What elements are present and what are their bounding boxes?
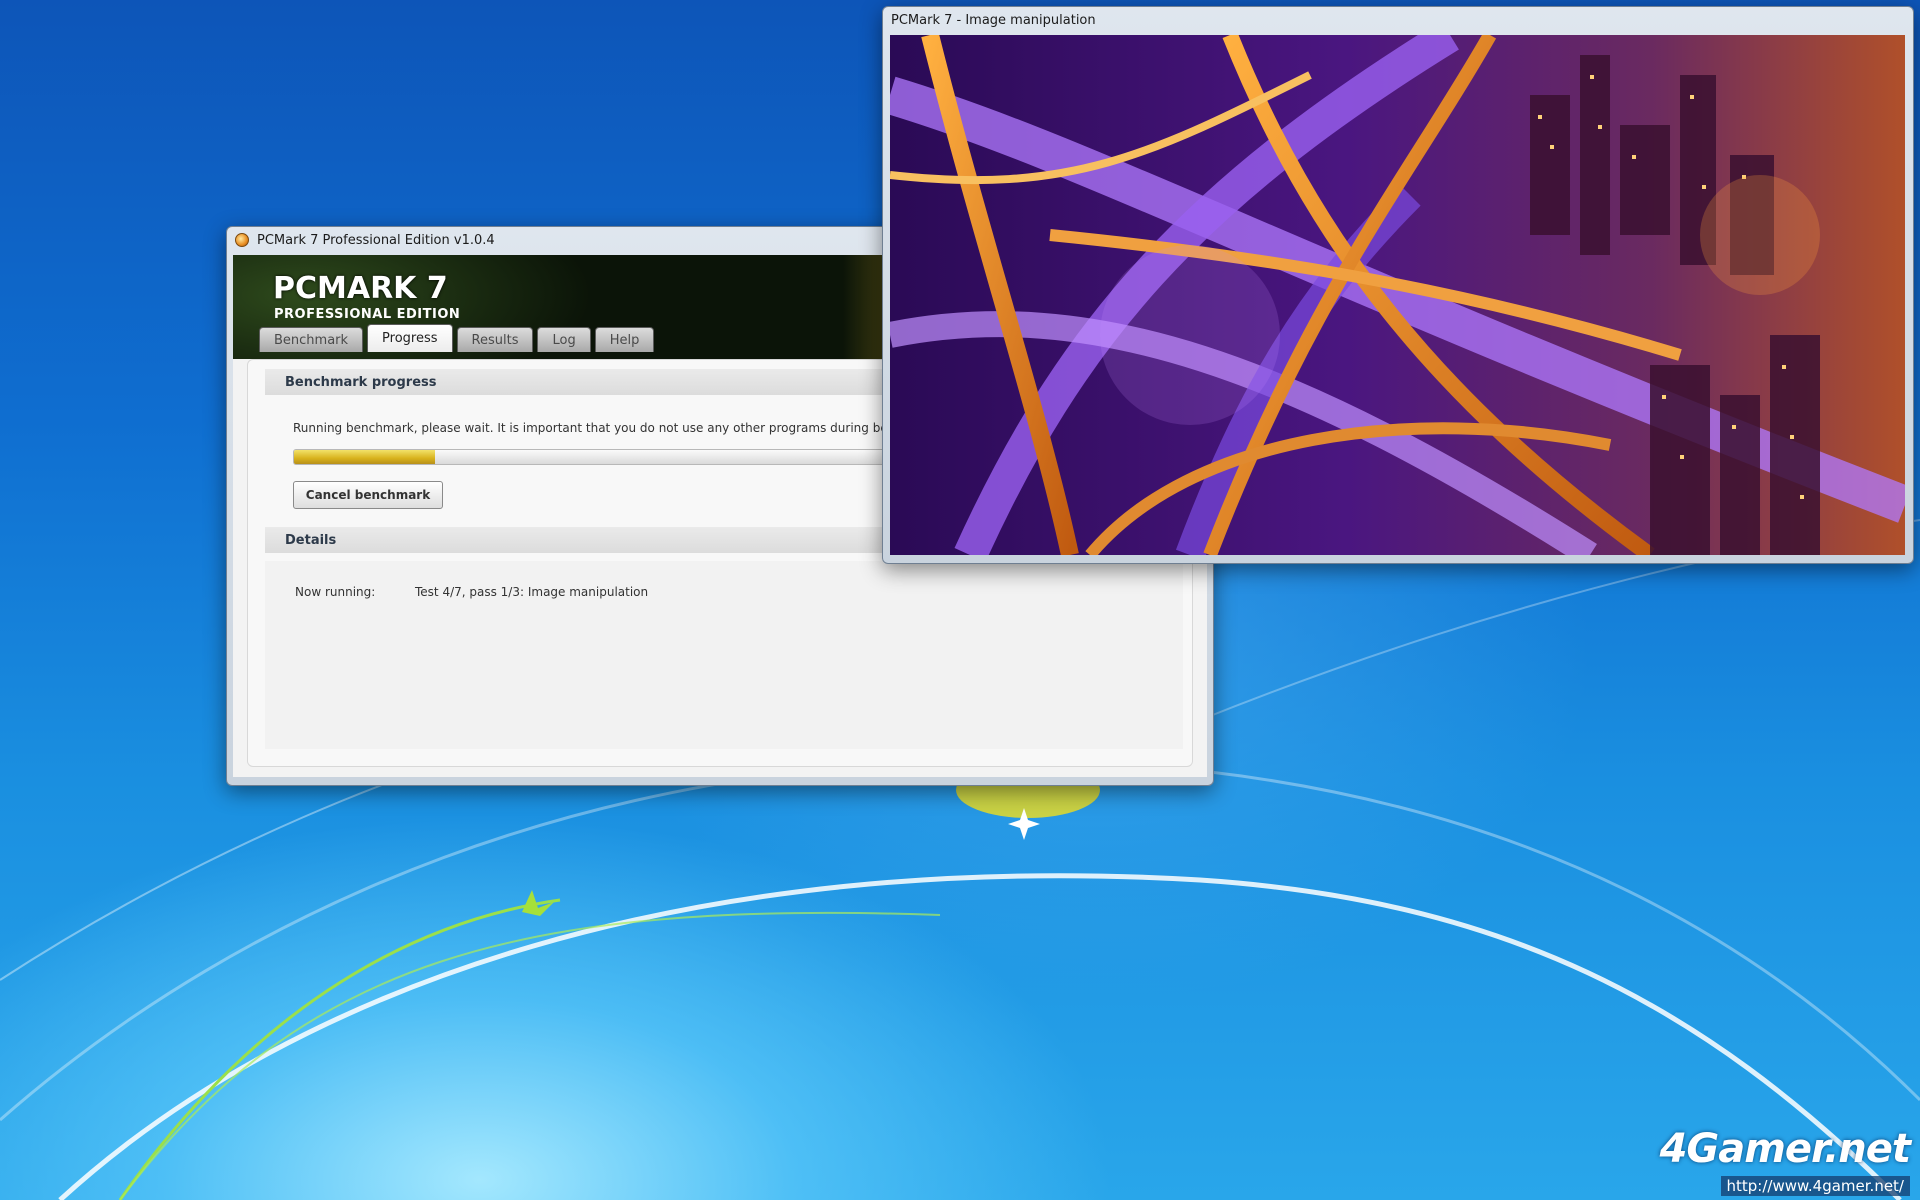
tab-log[interactable]: Log [537,327,591,352]
pcmark-logo: PCMARK 7 [273,271,448,306]
now-running-value: Test 4/7, pass 1/3: Image manipulation [415,585,649,599]
tab-benchmark[interactable]: Benchmark [259,327,364,352]
details-area [265,561,1183,749]
pcmark-logo-edition: PROFESSIONAL EDITION [274,307,461,322]
image-window-title: PCMark 7 - Image manipulation [891,12,1096,28]
status-message: Running benchmark, please wait. It is im… [293,421,902,435]
image-window-titlebar[interactable]: PCMark 7 - Image manipulation [883,7,1913,33]
tab-results[interactable]: Results [456,327,534,352]
cancel-benchmark-button[interactable]: Cancel benchmark [293,481,443,509]
site-watermark-logo: 4Gamer.net [1659,1126,1911,1172]
pcmark-app-icon [235,233,249,247]
site-watermark-url: http://www.4gamer.net/ [1720,1176,1910,1196]
progress-fill [294,450,435,464]
tab-bar: Benchmark Progress Results Log Help [259,324,655,352]
main-window-title: PCMark 7 Professional Edition v1.0.4 [257,232,495,248]
now-running-label: Now running: [295,585,376,599]
tab-help[interactable]: Help [594,327,655,352]
city-interchange-image [890,35,1905,555]
image-window-canvas [890,35,1905,555]
image-manipulation-window: PCMark 7 - Image manipulation [882,6,1914,564]
tab-progress[interactable]: Progress [367,324,453,352]
